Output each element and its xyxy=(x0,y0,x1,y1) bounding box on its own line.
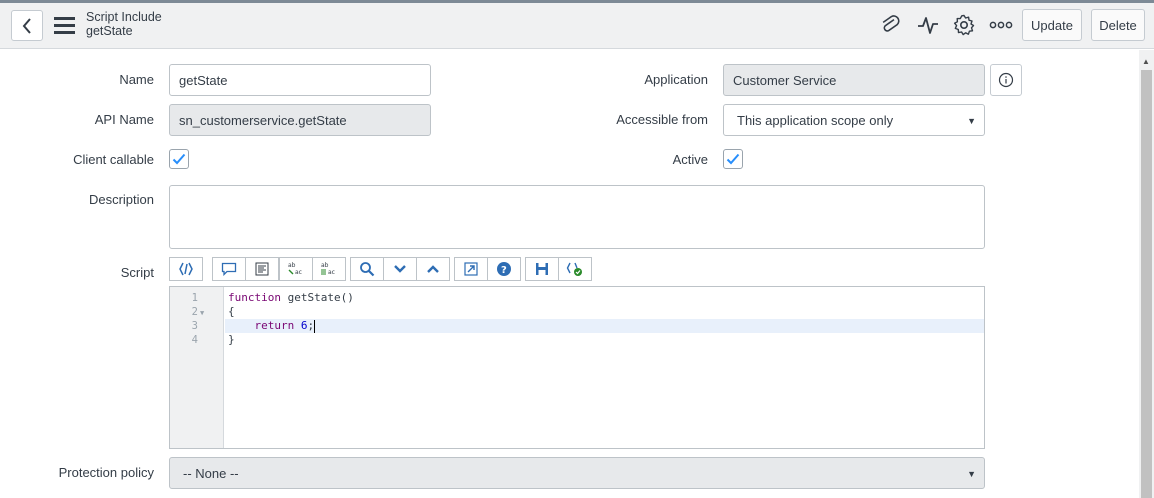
back-button[interactable] xyxy=(11,10,43,41)
form-title: Script Include xyxy=(86,10,162,24)
application-info-button[interactable] xyxy=(990,64,1022,96)
chevron-left-icon xyxy=(22,17,31,34)
fold-arrow-icon[interactable]: ▼ xyxy=(200,309,204,317)
form-title-block: Script Include getState xyxy=(86,10,162,38)
scroll-up-arrow-icon[interactable]: ▲ xyxy=(1142,57,1150,66)
code-line: { xyxy=(228,305,235,318)
replace-all-button[interactable]: ab ac xyxy=(312,257,346,281)
gear-icon[interactable] xyxy=(952,13,976,37)
save-button[interactable] xyxy=(525,257,559,281)
protection-policy-label: Protection policy xyxy=(58,465,154,480)
line-number: 2 xyxy=(191,306,198,318)
more-options-icon[interactable] xyxy=(989,13,1013,37)
vertical-scrollbar[interactable]: ▲ xyxy=(1139,50,1154,498)
chevron-down-icon xyxy=(394,265,406,273)
help-button[interactable]: ? xyxy=(487,257,521,281)
active-label: Active xyxy=(672,152,708,167)
comment-icon xyxy=(221,262,237,276)
client-callable-checkbox[interactable] xyxy=(169,149,189,169)
search-button[interactable] xyxy=(350,257,384,281)
script-editor[interactable]: 1 2 ▼ 3 4 function getState() { return 6… xyxy=(169,286,985,449)
expand-icon xyxy=(464,262,478,276)
code-keyword: function xyxy=(228,291,281,304)
chevron-up-icon xyxy=(427,265,439,273)
svg-text:ab: ab xyxy=(321,262,329,269)
update-button[interactable]: Update xyxy=(1022,9,1082,41)
accessible-from-select[interactable]: This application scope only ▼ xyxy=(723,104,985,136)
format-code-button[interactable] xyxy=(245,257,279,281)
format-icon xyxy=(255,262,269,276)
help-icon: ? xyxy=(497,262,511,276)
find-previous-button[interactable] xyxy=(416,257,450,281)
script-label: Script xyxy=(120,265,154,280)
active-line-highlight xyxy=(225,319,984,333)
code-line: } xyxy=(228,333,235,346)
scrollbar-thumb[interactable] xyxy=(1141,70,1152,498)
protection-policy-select[interactable]: -- None -- ▼ xyxy=(169,457,985,489)
code-line: return 6; xyxy=(228,319,316,333)
svg-text:ab: ab xyxy=(288,262,296,269)
description-label: Description xyxy=(88,192,154,207)
line-number: 3 xyxy=(191,320,198,332)
save-icon xyxy=(536,263,548,275)
replace-icon: abac xyxy=(288,262,302,276)
line-number: 4 xyxy=(191,334,198,346)
text-cursor xyxy=(314,319,316,333)
hamburger-menu-icon[interactable] xyxy=(54,17,75,34)
line-number: 1 xyxy=(191,292,198,304)
active-checkbox[interactable] xyxy=(723,149,743,169)
replace-all-icon: abac xyxy=(321,262,335,276)
application-label: Application xyxy=(644,72,708,87)
pulse-icon[interactable] xyxy=(916,13,940,37)
protection-policy-value: -- None -- xyxy=(183,465,239,481)
checkmark-icon xyxy=(726,153,740,165)
fullscreen-button[interactable] xyxy=(454,257,488,281)
application-field: Customer Service xyxy=(723,64,985,96)
form-header: Script Include getState Update Delete xyxy=(0,0,1154,49)
code-text: getState() xyxy=(280,291,354,304)
validate-script-button[interactable] xyxy=(558,257,592,281)
comment-button[interactable] xyxy=(212,257,246,281)
name-label: Name xyxy=(119,72,154,87)
client-callable-label: Client callable xyxy=(73,152,154,167)
delete-button[interactable]: Delete xyxy=(1091,9,1145,41)
toggle-syntax-editor-button[interactable] xyxy=(169,257,203,281)
code-number: 6 xyxy=(300,319,308,332)
accessible-from-label: Accessible from xyxy=(616,112,708,127)
info-icon xyxy=(998,72,1014,88)
api-name-field: sn_customerservice.getState xyxy=(169,104,431,136)
svg-text:?: ? xyxy=(501,265,507,276)
svg-text:ac: ac xyxy=(295,269,302,276)
replace-button[interactable]: ab ac xyxy=(279,257,313,281)
paperclip-icon[interactable] xyxy=(878,13,902,37)
find-next-button[interactable] xyxy=(383,257,417,281)
code-text: ; xyxy=(307,319,315,332)
api-name-label: API Name xyxy=(94,112,154,127)
svg-text:ac: ac xyxy=(328,269,335,276)
record-name: getState xyxy=(86,24,133,38)
dropdown-arrow-icon: ▼ xyxy=(967,469,976,479)
description-textarea[interactable] xyxy=(169,185,985,249)
search-icon xyxy=(360,262,375,277)
toggle-editor-icon xyxy=(179,262,193,276)
code-line: function getState() xyxy=(228,291,354,304)
validate-icon xyxy=(566,262,582,276)
editor-gutter: 1 2 ▼ 3 4 xyxy=(170,287,224,448)
code-keyword: return xyxy=(254,319,295,332)
name-field[interactable]: getState xyxy=(169,64,431,96)
checkmark-icon xyxy=(172,153,186,165)
dropdown-arrow-icon: ▼ xyxy=(967,116,976,126)
accessible-from-value: This application scope only xyxy=(737,112,894,128)
